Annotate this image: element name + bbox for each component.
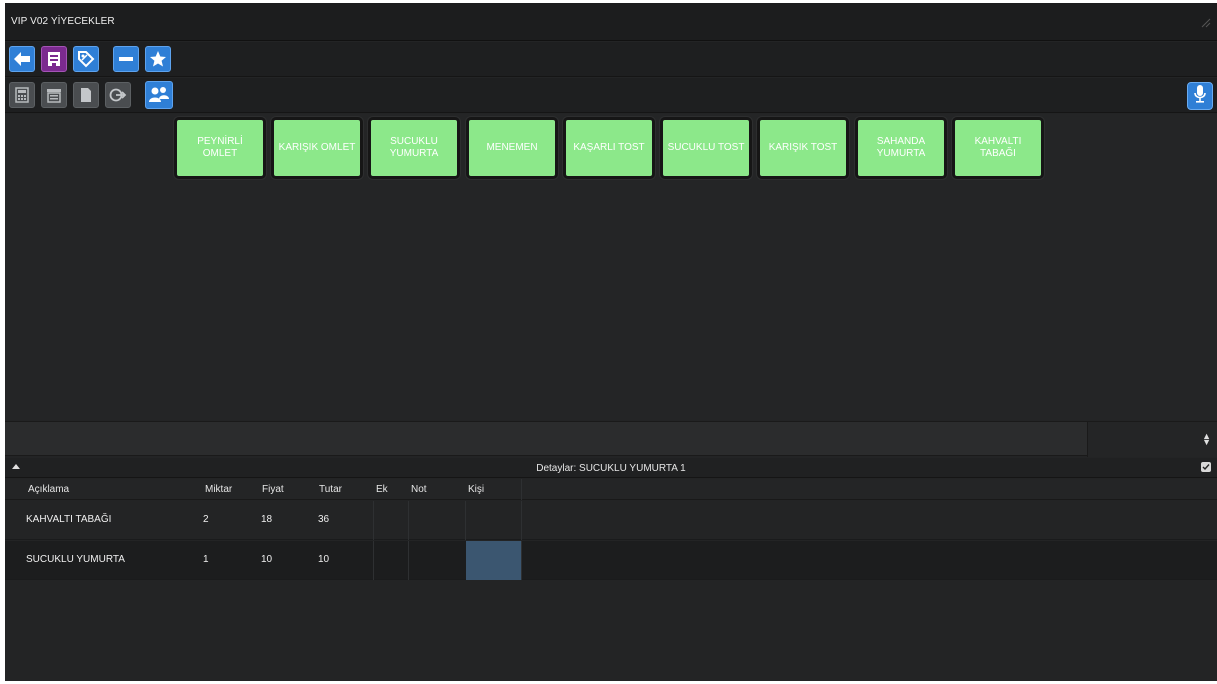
column-header-tutar[interactable]: Tutar <box>319 484 342 495</box>
voice-input-button[interactable] <box>1187 82 1213 110</box>
star-icon <box>149 50 167 68</box>
selected-cell-highlight[interactable] <box>466 541 521 580</box>
table-header: Açıklama Miktar Fiyat Tutar Ek Not Kişi <box>5 479 1217 500</box>
receipt-icon <box>46 51 62 67</box>
cell-aciklama: SUCUKLU YUMURTA <box>26 554 125 565</box>
quantity-spinner[interactable]: ▲ ▼ <box>1087 422 1217 457</box>
order-details-table: Açıklama Miktar Fiyat Tutar Ek Not Kişi … <box>5 479 1217 681</box>
cell-tutar: 36 <box>318 514 330 525</box>
product-label: KARIŞIK TOST <box>768 142 838 153</box>
cell-fiyat: 10 <box>261 554 273 565</box>
receipt-button[interactable] <box>41 46 67 72</box>
window-title: VIP V02 YİYECEKLER <box>11 16 115 27</box>
spinner-arrows-icon[interactable]: ▲ ▼ <box>1202 432 1211 447</box>
product-label: SAHANDA YUMURTA <box>876 136 926 159</box>
product-label: SUCUKLU TOST <box>667 142 745 153</box>
column-divider <box>408 501 409 540</box>
column-header-not[interactable]: Not <box>411 484 427 495</box>
details-header: Detaylar: SUCUKLU YUMURTA 1 <box>5 458 1217 478</box>
column-divider <box>408 541 409 580</box>
product-label: PEYNİRLİ OMLET <box>197 136 243 159</box>
calculator-icon <box>15 87 29 103</box>
column-header-fiyat[interactable]: Fiyat <box>262 484 284 495</box>
product-label: KAHVALTI TABAĞI <box>974 136 1022 159</box>
arrow-left-icon <box>13 51 31 67</box>
details-checkbox[interactable] <box>1201 462 1211 472</box>
details-title: Detaylar: SUCUKLU YUMURTA 1 <box>536 463 686 474</box>
product-button-karisik-omlet[interactable]: KARIŞIK OMLET <box>271 117 363 179</box>
product-label: SUCUKLU YUMURTA <box>389 136 439 159</box>
cell-aciklama: KAHVALTI TABAĞI <box>26 514 112 525</box>
checkmark-icon <box>1202 464 1210 471</box>
microphone-icon <box>1193 84 1207 109</box>
column-divider <box>373 501 374 540</box>
cell-miktar: 2 <box>203 514 209 525</box>
discount-button[interactable] <box>73 46 99 72</box>
product-label: MENEMEN <box>486 142 538 153</box>
product-button-menemen[interactable]: MENEMEN <box>466 117 558 179</box>
product-button-kahvalti-tabagi[interactable]: KAHVALTI TABAĞI <box>952 117 1044 179</box>
title-bar: VIP V02 YİYECEKLER <box>5 3 1217 41</box>
table-row[interactable]: KAHVALTI TABAĞI 2 18 36 <box>5 501 1217 540</box>
product-grid: PEYNİRLİ OMLET KARIŞIK OMLET SUCUKLU YUM… <box>5 114 1217 420</box>
users-icon <box>148 85 170 105</box>
product-label: KAŞARLI TOST <box>573 142 645 153</box>
column-header-miktar[interactable]: Miktar <box>205 484 232 495</box>
table-row[interactable]: SUCUKLU YUMURTA 1 10 10 <box>5 541 1217 580</box>
column-divider <box>465 501 466 540</box>
column-header-aciklama[interactable]: Açıklama <box>28 484 69 495</box>
column-divider <box>521 541 522 580</box>
product-button-peynirli-omlet[interactable]: PEYNİRLİ OMLET <box>174 117 266 179</box>
filter-bar: ▲ ▼ <box>5 421 1217 457</box>
secondary-toolbar <box>5 78 1217 113</box>
cell-tutar: 10 <box>318 554 330 565</box>
printer-icon <box>46 87 62 103</box>
back-button[interactable] <box>9 46 35 72</box>
product-button-kasarli-tost[interactable]: KAŞARLI TOST <box>563 117 655 179</box>
calculator-button[interactable] <box>9 82 35 108</box>
product-label: KARIŞIK OMLET <box>278 142 356 153</box>
column-header-kisi[interactable]: Kişi <box>468 484 484 495</box>
column-divider <box>521 501 522 540</box>
print-button[interactable] <box>41 82 67 108</box>
cell-miktar: 1 <box>203 554 209 565</box>
document-icon <box>79 87 93 103</box>
document-button[interactable] <box>73 82 99 108</box>
product-button-karisik-tost[interactable]: KARIŞIK TOST <box>757 117 849 179</box>
product-button-sucuklu-yumurta[interactable]: SUCUKLU YUMURTA <box>368 117 460 179</box>
exit-button[interactable] <box>105 82 131 108</box>
resize-grip-icon[interactable] <box>1201 15 1211 28</box>
app-window: VIP V02 YİYECEKLER PEYNİRLİ OMLET KARIŞI… <box>5 3 1217 681</box>
cell-fiyat: 18 <box>261 514 273 525</box>
favorite-button[interactable] <box>145 46 171 72</box>
exit-icon <box>109 87 127 103</box>
tag-icon <box>77 50 95 68</box>
minus-icon <box>118 51 134 67</box>
remove-button[interactable] <box>113 46 139 72</box>
column-divider <box>521 479 522 500</box>
primary-toolbar <box>5 42 1217 77</box>
column-header-ek[interactable]: Ek <box>376 484 388 495</box>
customers-button[interactable] <box>145 81 173 109</box>
product-button-sucuklu-tost[interactable]: SUCUKLU TOST <box>660 117 752 179</box>
product-button-sahanda-yumurta[interactable]: SAHANDA YUMURTA <box>855 117 947 179</box>
column-divider <box>373 541 374 580</box>
